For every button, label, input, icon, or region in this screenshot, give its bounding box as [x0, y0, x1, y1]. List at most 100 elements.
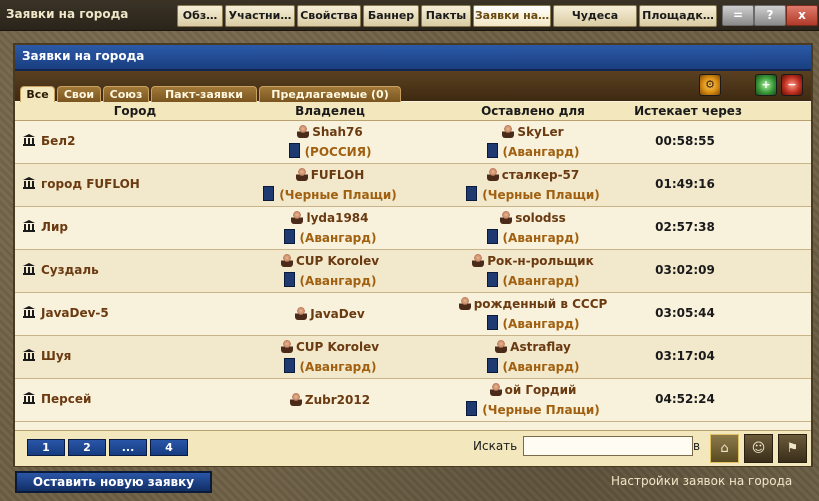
city-link[interactable]: Лир — [23, 220, 68, 234]
remove-icon[interactable]: − — [781, 74, 803, 96]
city-link[interactable]: Шуя — [23, 349, 71, 363]
recipient-link[interactable]: Рок-н-рольщик — [487, 254, 593, 268]
recipient-alliance-cell: (Авангард) — [453, 143, 613, 159]
recipient-alliance-link[interactable]: (Авангард) — [503, 274, 580, 288]
subtab-all[interactable]: Все — [20, 86, 55, 102]
subtab-own[interactable]: Свои — [57, 86, 101, 102]
table-row: Персей Zubr2012 ой Гордий (Черные Плащи) 04:… — [15, 379, 811, 422]
recipient-link[interactable]: Astraflay — [510, 340, 571, 354]
owner-alliance-link[interactable]: (Авангард) — [300, 274, 377, 288]
city-icon — [23, 263, 35, 275]
tab-overview[interactable]: Обз… — [177, 5, 223, 27]
recipient-link[interactable]: ой Гордий — [505, 383, 577, 397]
settings-icon[interactable]: ⚙ — [699, 74, 721, 96]
city-link[interactable]: Суздаль — [23, 263, 99, 277]
avatar-icon — [500, 210, 513, 224]
table-row: город FUFLOH FUFLOH (Черные Плащи) сталкер-… — [15, 164, 811, 207]
city-icon — [23, 306, 35, 318]
subtab-pact-requests[interactable]: Пакт-заявки — [151, 86, 257, 102]
recipient-alliance-link[interactable]: (Авангард) — [503, 231, 580, 245]
recipient-link[interactable]: сталкер-57 — [502, 168, 580, 182]
owner-alliance-link[interactable]: (Черные Плащи) — [279, 188, 396, 202]
flag-icon — [283, 358, 295, 373]
owner-link[interactable]: lyda1984 — [306, 211, 368, 225]
recipient-cell: solodss — [453, 210, 613, 225]
owner-link[interactable]: Zubr2012 — [305, 393, 370, 407]
add-icon[interactable]: + — [755, 74, 777, 96]
city-link[interactable]: Бел2 — [23, 134, 75, 148]
avatar-icon — [295, 167, 308, 181]
city-link[interactable]: JavaDev-5 — [23, 306, 109, 320]
city-icon — [23, 134, 35, 146]
tab-wonders[interactable]: Чудеса — [553, 5, 637, 27]
avatar-icon — [489, 382, 502, 396]
owner-link[interactable]: CUP Korolev — [296, 340, 379, 354]
owner-alliance-link[interactable]: (РОССИЯ) — [305, 145, 372, 159]
panel-title: Заявки на города — [22, 49, 145, 63]
help-button[interactable]: ? — [754, 5, 786, 26]
expires-time: 04:52:24 — [655, 392, 715, 406]
recipient-cell: Astraflay — [453, 339, 613, 354]
tab-properties[interactable]: Свойства — [297, 5, 361, 27]
avatar-icon — [472, 253, 485, 267]
owner-alliance-cell: (Авангард) — [250, 229, 410, 245]
search-player-icon[interactable]: ☺ — [744, 434, 773, 463]
recipient-link[interactable]: рожденный в СССР — [474, 297, 608, 311]
subtab-offered[interactable]: Предлагаемые (0) — [259, 86, 401, 102]
search-city-icon[interactable]: ⌂ — [710, 434, 739, 463]
tab-pacts[interactable]: Пакты — [421, 5, 471, 27]
owner-link[interactable]: JavaDev — [310, 307, 364, 321]
new-request-button[interactable]: Оставить новую заявку — [15, 471, 212, 493]
owner-cell: lyda1984 — [250, 210, 410, 225]
request-settings-link[interactable]: Настройки заявок на города — [611, 474, 792, 488]
window-titlebar: Заявки на города Обз… Участни… Свойства … — [0, 0, 819, 31]
search-in-label: в — [693, 439, 701, 453]
recipient-cell: ой Гордий — [453, 382, 613, 397]
city-name: Бел2 — [41, 134, 76, 148]
table-footer: 1 2 ... 4 Искать в ⌂ ☺ ⚑ — [15, 430, 811, 466]
avatar-icon — [289, 392, 302, 406]
close-button[interactable]: x — [786, 5, 818, 26]
city-name: JavaDev-5 — [41, 306, 109, 320]
tab-city-requests[interactable]: Заявки на… — [473, 5, 551, 27]
owner-cell: Shah76 — [250, 124, 410, 139]
recipient-alliance-link[interactable]: (Авангард) — [503, 360, 580, 374]
col-left-for: Оставлено для — [481, 104, 585, 118]
city-link[interactable]: Персей — [23, 392, 91, 406]
recipient-alliance-link[interactable]: (Авангард) — [503, 145, 580, 159]
search-input[interactable] — [523, 436, 693, 456]
city-link[interactable]: город FUFLOH — [23, 177, 140, 191]
search-alliance-icon[interactable]: ⚑ — [778, 434, 807, 463]
flag-icon — [288, 143, 300, 158]
owner-alliance-link[interactable]: (Авангард) — [300, 231, 377, 245]
page-4-button[interactable]: 4 — [150, 439, 188, 456]
page-2-button[interactable]: 2 — [68, 439, 106, 456]
page-ellipsis-button[interactable]: ... — [109, 439, 147, 456]
tab-members[interactable]: Участни… — [225, 5, 295, 27]
owner-link[interactable]: CUP Korolev — [296, 254, 379, 268]
recipient-alliance-cell: (Авангард) — [453, 229, 613, 245]
avatar-icon — [502, 124, 515, 138]
tab-grounds[interactable]: Площадк… — [639, 5, 717, 27]
recipient-alliance-link[interactable]: (Черные Плащи) — [482, 403, 599, 417]
avatar-icon — [297, 124, 310, 138]
minimize-button[interactable]: = — [722, 5, 754, 26]
owner-alliance-cell: (Черные Плащи) — [250, 186, 410, 202]
avatar-icon — [458, 296, 471, 310]
owner-link[interactable]: Shah76 — [312, 125, 363, 139]
flag-icon — [283, 229, 295, 244]
owner-link[interactable]: FUFLOH — [311, 168, 365, 182]
recipient-alliance-cell: (Авангард) — [453, 315, 613, 331]
page-1-button[interactable]: 1 — [27, 439, 65, 456]
owner-alliance-link[interactable]: (Авангард) — [300, 360, 377, 374]
recipient-link[interactable]: solodss — [515, 211, 566, 225]
recipient-alliance-cell: (Черные Плащи) — [453, 186, 613, 202]
owner-cell: CUP Korolev — [250, 339, 410, 354]
tab-banner[interactable]: Баннер — [363, 5, 419, 27]
owner-alliance-cell: (Авангард) — [250, 358, 410, 374]
recipient-link[interactable]: SkyLer — [517, 125, 563, 139]
subtab-alliance[interactable]: Союз — [103, 86, 149, 102]
recipient-alliance-link[interactable]: (Авангард) — [503, 317, 580, 331]
flag-icon — [283, 272, 295, 287]
recipient-alliance-link[interactable]: (Черные Плащи) — [482, 188, 599, 202]
